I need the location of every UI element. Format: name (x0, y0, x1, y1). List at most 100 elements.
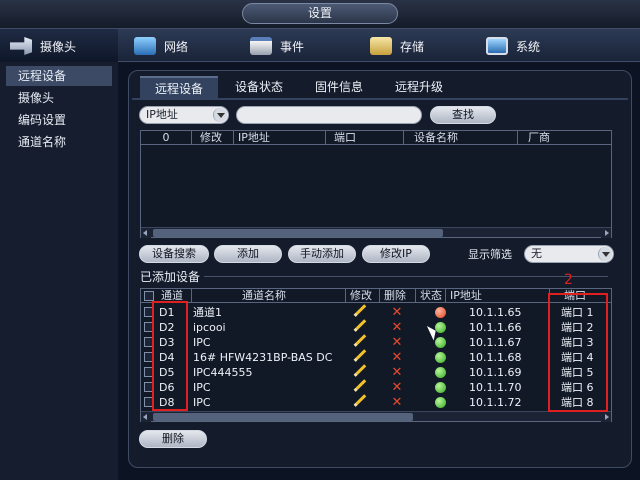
column-header-channel-name[interactable]: 通道名称 (191, 289, 345, 303)
channel-name: ipcooi (193, 321, 226, 334)
delete-icon[interactable]: ✕ (391, 395, 403, 410)
discover-scrollbar[interactable] (141, 227, 611, 238)
column-header-ip[interactable]: IP地址 (445, 289, 549, 303)
menu-item-label: 存储 (400, 39, 425, 54)
status-indicator-icon (435, 397, 446, 408)
system-icon (486, 37, 508, 55)
added-table-header: 通道 通道名称 修改 删除 状态 IP地址 端口 (141, 289, 611, 303)
edit-icon[interactable] (355, 364, 367, 375)
column-header-status[interactable]: 状态 (415, 289, 445, 303)
ip-address: 10.1.1.72 (469, 396, 522, 409)
section-divider (204, 276, 608, 277)
edit-icon[interactable] (355, 379, 367, 390)
table-row[interactable]: D6 IPC ✕ 10.1.1.70 端口 6 (141, 379, 611, 395)
delete-icon[interactable]: ✕ (391, 320, 403, 335)
search-input[interactable] (236, 106, 422, 124)
edit-icon[interactable] (355, 319, 367, 330)
sidebar-item-encode[interactable]: 编码设置 (6, 110, 112, 130)
added-devices-label: 已添加设备 (140, 270, 201, 284)
channel-name: 16# HFW4231BP-BAS DC (193, 351, 333, 364)
discover-table-header: 0 修改 IP地址 端口 设备名称 厂商 (141, 131, 611, 145)
delete-icon[interactable]: ✕ (391, 350, 403, 365)
table-row[interactable]: D1 通道1 ✕ 10.1.1.65 端口 1 (141, 304, 611, 320)
search-type-select[interactable]: IP地址 (139, 106, 229, 124)
menu-item-event[interactable]: 事件 (250, 29, 304, 63)
menu-item-system[interactable]: 系统 (486, 29, 540, 63)
status-indicator-icon (435, 307, 446, 318)
device-search-button[interactable]: 设备搜索 (139, 245, 209, 263)
sidebar: 远程设备 摄像头 编码设置 通道名称 (0, 62, 118, 480)
added-scrollbar[interactable] (141, 411, 611, 422)
chevron-down-icon (598, 247, 612, 261)
table-row[interactable]: D4 16# HFW4231BP-BAS DC ✕ 10.1.1.68 端口 4 (141, 349, 611, 365)
added-devices-table: 通道 通道名称 修改 删除 状态 IP地址 端口 D1 通道1 ✕ 10.1.1.65… (140, 288, 612, 422)
title-bar: 设置 (0, 0, 640, 28)
channel-name: IPC444555 (193, 366, 253, 379)
sidebar-item-camera[interactable]: 摄像头 (6, 88, 112, 108)
menu-item-storage[interactable]: 存储 (370, 29, 424, 63)
search-type-value: IP地址 (146, 108, 178, 121)
column-header-modify[interactable]: 修改 (191, 131, 233, 145)
tab-firmware-info[interactable]: 固件信息 (300, 76, 378, 98)
annotation-number: 2 (564, 272, 573, 288)
status-indicator-icon (435, 367, 446, 378)
tab-device-status[interactable]: 设备状态 (220, 76, 298, 98)
storage-icon (370, 37, 392, 55)
discover-table: 0 修改 IP地址 端口 设备名称 厂商 (140, 130, 612, 238)
modify-ip-button[interactable]: 修改IP (362, 245, 430, 263)
table-row[interactable]: D5 IPC444555 ✕ 10.1.1.69 端口 5 (141, 364, 611, 380)
channel-name: IPC (193, 381, 211, 394)
add-button[interactable]: 添加 (214, 245, 282, 263)
tab-remote-upgrade[interactable]: 远程升级 (380, 76, 458, 98)
select-all-checkbox[interactable] (144, 291, 154, 301)
main-menu: 摄像头 网络 事件 存储 系统 (0, 28, 640, 63)
scroll-right-icon[interactable] (601, 412, 611, 422)
edit-icon[interactable] (355, 394, 367, 405)
column-header-device-name[interactable]: 设备名称 (403, 131, 517, 145)
scroll-left-icon[interactable] (141, 228, 151, 238)
sidebar-item-channel-name[interactable]: 通道名称 (6, 132, 112, 152)
channel-name: 通道1 (193, 306, 222, 319)
channel-name: IPC (193, 396, 211, 409)
edit-icon[interactable] (355, 349, 367, 360)
ip-address: 10.1.1.67 (469, 336, 522, 349)
status-indicator-icon (435, 322, 446, 333)
menu-item-camera[interactable]: 摄像头 (0, 29, 118, 63)
scroll-right-icon[interactable] (601, 228, 611, 238)
ip-address: 10.1.1.65 (469, 306, 522, 319)
column-header-delete[interactable]: 删除 (379, 289, 415, 303)
filter-select[interactable]: 无 (524, 245, 614, 263)
scroll-left-icon[interactable] (141, 412, 151, 422)
window-title: 设置 (242, 3, 398, 24)
delete-button[interactable]: 删除 (139, 430, 207, 448)
find-button[interactable]: 查找 (430, 106, 496, 124)
ip-address: 10.1.1.66 (469, 321, 522, 334)
delete-icon[interactable]: ✕ (391, 380, 403, 395)
column-header-modify[interactable]: 修改 (345, 289, 379, 303)
table-row[interactable]: D3 IPC ✕ 10.1.1.67 端口 3 (141, 334, 611, 350)
column-header-port[interactable]: 端口 (325, 131, 403, 145)
annotation-box-port (548, 293, 608, 412)
sidebar-item-remote-device[interactable]: 远程设备 (6, 66, 112, 86)
annotation-box-channel (152, 301, 188, 411)
column-header-ip[interactable]: IP地址 (233, 131, 325, 145)
status-indicator-icon (435, 352, 446, 363)
ip-address: 10.1.1.70 (469, 381, 522, 394)
delete-icon[interactable]: ✕ (391, 335, 403, 350)
tab-remote-device[interactable]: 远程设备 (140, 76, 218, 98)
scroll-thumb[interactable] (153, 229, 443, 237)
menu-item-network[interactable]: 网络 (134, 29, 188, 63)
filter-label: 显示筛选 (468, 248, 512, 261)
filter-value: 无 (531, 247, 542, 260)
table-row[interactable]: D2 ipcooi ✕ 10.1.1.66 端口 2 (141, 319, 611, 335)
status-indicator-icon (435, 382, 446, 393)
scroll-thumb[interactable] (153, 413, 413, 421)
edit-icon[interactable] (355, 304, 367, 315)
column-header-index[interactable]: 0 (141, 131, 191, 145)
delete-icon[interactable]: ✕ (391, 305, 403, 320)
table-row[interactable]: D8 IPC ✕ 10.1.1.72 端口 8 (141, 394, 611, 410)
column-header-vendor[interactable]: 厂商 (517, 131, 613, 145)
manual-add-button[interactable]: 手动添加 (288, 245, 356, 263)
edit-icon[interactable] (355, 334, 367, 345)
delete-icon[interactable]: ✕ (391, 365, 403, 380)
